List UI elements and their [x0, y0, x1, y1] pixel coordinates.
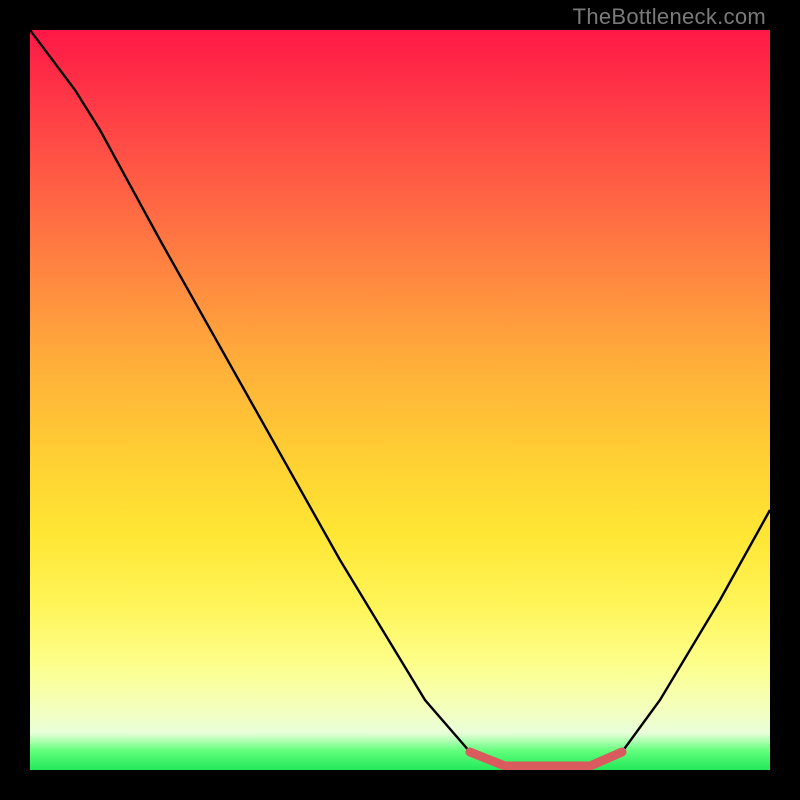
black-curve [30, 30, 770, 766]
red-valley-highlight [470, 752, 622, 766]
chart-svg [30, 30, 770, 770]
chart-frame [30, 30, 770, 770]
watermark-text: TheBottleneck.com [573, 4, 766, 30]
